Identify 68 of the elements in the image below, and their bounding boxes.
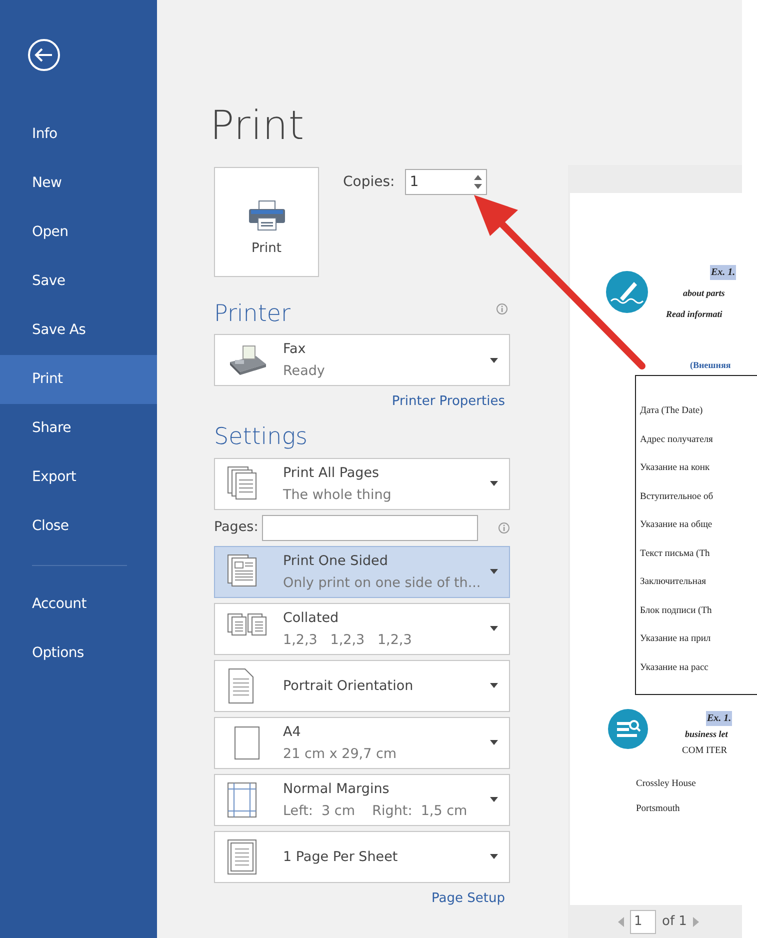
sidebar-item[interactable]: Open [0,208,157,257]
page-title: Print [210,102,306,151]
sidebar-item[interactable]: Print [0,355,157,404]
page-count: of 1 [662,913,687,932]
sidebar-item[interactable]: Account [0,580,157,629]
caret-icon [489,682,499,689]
document-text: business let [685,728,728,741]
caret-icon [489,739,499,746]
sidebar-item[interactable]: New [0,159,157,208]
sidebar-item[interactable]: Close [0,502,157,551]
spinner-arrows-icon [474,175,482,189]
exercise-heading: Ex. 1. [706,711,732,726]
sidebar-item[interactable]: Save As [0,306,157,355]
table-row-text: Блок подписи (Th [639,604,713,618]
table-row-text: Вступительное об [639,490,714,504]
document-text: Crossley House [636,778,696,791]
table-row-text: Указание на расс [639,662,710,674]
exercise-heading: Ex. 1. [710,265,736,280]
previous-page-icon [618,917,624,927]
caret-icon [489,568,499,575]
print-button[interactable]: Print [214,167,319,277]
sidebar-item[interactable]: Share [0,404,157,453]
document-text: Portsmouth [636,803,680,816]
back-icon[interactable] [27,38,61,72]
printer-icon [246,199,286,232]
document-text: Read informati [666,308,722,321]
table-row-text: Адрес получателя [639,434,714,446]
settings-dropdown[interactable]: Portrait Orientation [214,660,510,712]
pen-circle-icon [606,271,648,313]
info-icon [496,303,508,315]
caret-icon [489,796,499,803]
table-row-text: Дата (The Date) [639,405,704,418]
sidebar-item[interactable]: Export [0,453,157,502]
table-row-text: Указание на конк [639,462,711,475]
table-row-text: Заключительная [639,576,708,589]
settings-dropdown[interactable]: A4 21 cm x 29,7 cm [214,716,510,768]
section-heading: Settings [214,422,309,452]
search-list-circle-icon [608,709,648,749]
pages-field[interactable] [262,514,478,540]
copies-label: Copies: [343,172,395,192]
settings-dropdown[interactable]: Print All Pages The whole thing [214,458,510,510]
document-text: COM ITER [682,745,728,758]
page-setup-link[interactable]: Page Setup [214,888,510,908]
page-number-field[interactable]: 1 [630,910,656,934]
section-heading: Printer [214,300,291,329]
info-icon [498,522,510,534]
sidebar-item[interactable]: Save [0,257,157,306]
sidebar-item[interactable]: Info [0,110,157,159]
caret-icon [489,625,499,632]
settings-dropdown[interactable]: Collated 1,2,3 1,2,3 1,2,3 [214,602,510,654]
sidebar-item[interactable]: Options [0,629,157,678]
caret-icon [489,356,499,364]
table-row-text: Текст письма (Th [639,548,711,560]
copies-spinner[interactable]: 1 [404,169,487,195]
caret-icon [489,853,499,860]
settings-dropdown[interactable]: Normal Margins Left: 3 cm Right: 1,5 cm [214,774,510,826]
pages-label: Pages: [214,518,258,538]
document-subtitle: (Внешняя [690,359,731,372]
printer-dropdown[interactable]: Fax Ready [214,334,510,386]
blank-page-icon [234,726,260,760]
printer-properties-link[interactable]: Printer Properties [214,392,510,412]
table-row-text: Указание на обще [639,519,714,532]
next-page-icon [692,917,699,927]
document-text: about parts [683,287,725,300]
settings-dropdown[interactable]: 1 Page Per Sheet [214,830,510,882]
table-row-text: Указание на прил [639,633,712,646]
settings-dropdown[interactable]: Print One Sided Only print on one side of th... [214,546,510,598]
caret-icon [489,480,499,487]
